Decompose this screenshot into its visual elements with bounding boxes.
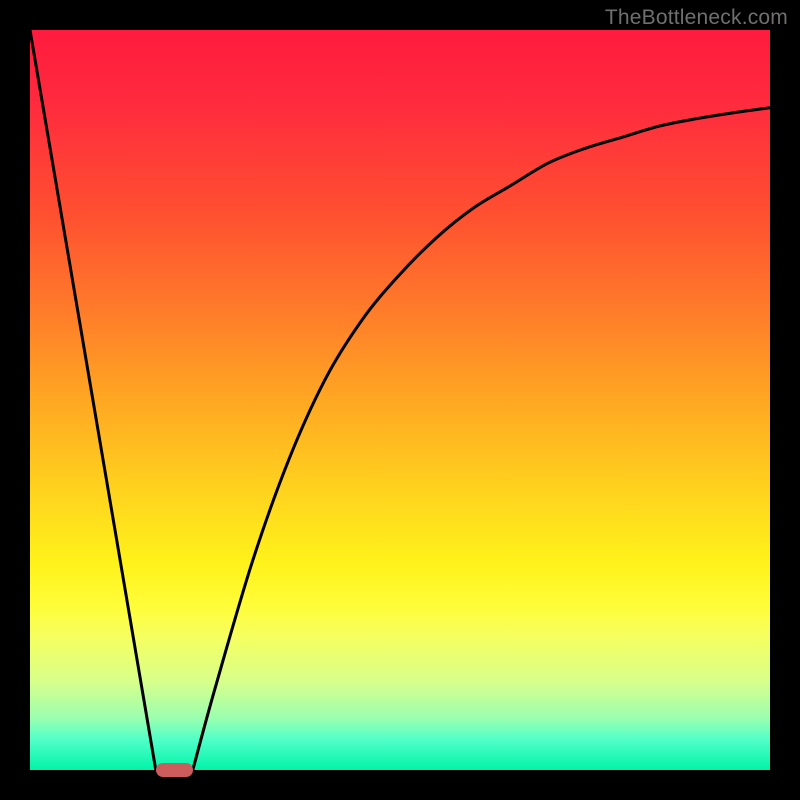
chart-plot-area: [30, 30, 770, 770]
left-descent-line: [30, 30, 156, 770]
right-curve-line: [193, 108, 770, 770]
watermark-label: TheBottleneck.com: [605, 6, 788, 30]
bottleneck-marker: [156, 763, 193, 777]
curve-layer: [30, 30, 770, 770]
